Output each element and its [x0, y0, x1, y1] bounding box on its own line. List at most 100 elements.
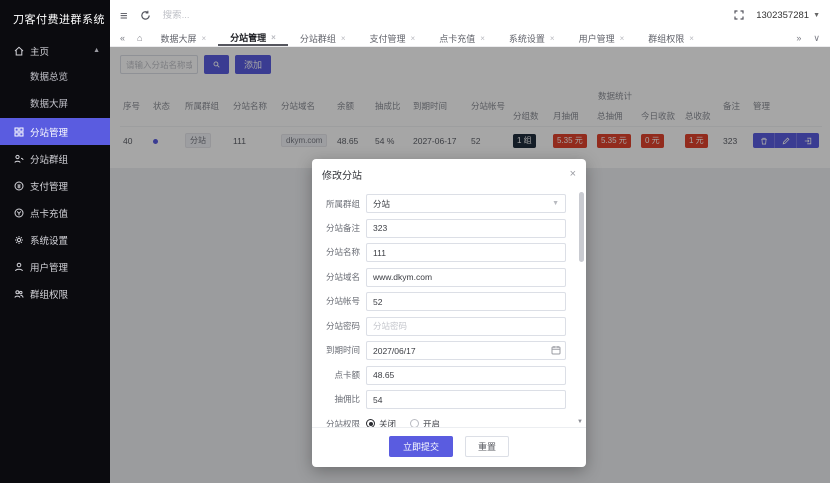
field-label: 到期时间: [325, 345, 360, 356]
grid-icon: [13, 126, 24, 137]
refresh-icon[interactable]: [140, 10, 151, 21]
tab-card-recharge[interactable]: 点卡充值 ×: [427, 30, 497, 46]
permission-radio-on[interactable]: 开启: [410, 418, 440, 427]
sidebar-item-user-management[interactable]: 用户管理: [0, 253, 110, 280]
close-icon[interactable]: ×: [411, 34, 416, 43]
ratio-input[interactable]: [366, 390, 566, 409]
tab-label: 分站管理: [230, 32, 267, 43]
sidebar-item-label: 支付管理: [30, 181, 69, 193]
field-permission: 分站权限 关闭 开启: [318, 414, 566, 427]
field-ratio: 抽佣比: [318, 390, 566, 409]
top-header: ≡ 1302357281 ▼: [110, 0, 830, 30]
tab-group-permissions[interactable]: 群组权限 ×: [636, 30, 706, 46]
field-remark: 分站备注: [318, 218, 566, 238]
close-icon[interactable]: ×: [689, 34, 694, 43]
group-select-value: 分站: [373, 198, 391, 209]
scroll-down-icon[interactable]: ▼: [577, 419, 583, 425]
close-icon[interactable]: ×: [550, 34, 555, 43]
field-group: 所属群组 分站 ▼: [318, 194, 566, 213]
sidebar-item-group-permissions[interactable]: 群组权限: [0, 280, 110, 307]
main-area: ≡ 1302357281 ▼ « ⌂ 数据大屏 × 分站管理: [110, 0, 830, 483]
group-select[interactable]: 分站 ▼: [366, 194, 566, 213]
tab-system-settings[interactable]: 系统设置 ×: [497, 30, 567, 46]
field-label: 分站备注: [325, 222, 360, 233]
collapse-arrow-icon: ▲: [93, 47, 100, 54]
tab-label: 群组权限: [648, 33, 685, 44]
expire-date-input[interactable]: [366, 341, 566, 360]
field-password: 分站密码: [318, 316, 566, 336]
close-icon[interactable]: ×: [341, 34, 346, 43]
calendar-icon[interactable]: [551, 345, 561, 355]
tab-payment[interactable]: 支付管理 ×: [358, 30, 428, 46]
field-label: 分站权限: [325, 418, 360, 428]
close-icon[interactable]: ×: [480, 34, 485, 43]
field-label: 分站帐号: [325, 296, 360, 307]
users-group-icon: [13, 288, 24, 299]
field-label: 所属群组: [325, 198, 360, 209]
modal-close-icon[interactable]: ×: [570, 169, 576, 180]
home-icon: [13, 45, 24, 56]
submit-button[interactable]: 立即提交: [388, 436, 453, 457]
tab-bar-controls: » ∨: [790, 30, 826, 46]
username: 1302357281: [756, 9, 810, 21]
sidebar-item-home[interactable]: 主页 ▲: [0, 37, 110, 64]
domain-input[interactable]: [366, 267, 566, 287]
modal-scrollbar: ▼: [577, 192, 584, 425]
tabs-menu-icon[interactable]: ∨: [807, 30, 826, 46]
field-name: 分站名称: [318, 243, 566, 262]
tab-home-icon[interactable]: ⌂: [131, 30, 148, 46]
payment-icon: [13, 180, 24, 191]
sidebar-item-label: 用户管理: [30, 262, 69, 274]
radio-label: 关闭: [379, 418, 397, 428]
remark-input[interactable]: [366, 218, 566, 238]
user-icon: [13, 261, 24, 272]
global-search-input[interactable]: [162, 9, 273, 21]
modal-body: 所属群组 分站 ▼ 分站备注 323 分站名称 111 分站域名 www.dky…: [312, 188, 586, 427]
sidebar-item-data-screen[interactable]: 数据大屏: [0, 91, 110, 118]
sidebar-item-label: 系统设置: [30, 235, 69, 247]
sidebar-item-site-groups[interactable]: 分站群组: [0, 145, 110, 172]
card-amount-input[interactable]: [366, 365, 566, 385]
tab-label: 数据大屏: [160, 33, 197, 44]
sidebar-item-label: 点卡充值: [30, 208, 69, 220]
field-expire: 到期时间: [318, 341, 566, 360]
app-window: 刀客付费进群系统 主页 ▲ 数据总览 数据大屏 分站管理 分站群组 支付管理 点…: [0, 0, 830, 483]
tab-user-management[interactable]: 用户管理 ×: [567, 30, 637, 46]
permission-radio-off[interactable]: 关闭: [366, 418, 397, 428]
tabs-collapse-icon[interactable]: «: [114, 30, 131, 46]
modal-title: 修改分站: [322, 171, 362, 182]
sidebar-item-card-recharge[interactable]: 点卡充值: [0, 199, 110, 226]
close-icon[interactable]: ×: [620, 34, 625, 43]
fullscreen-icon[interactable]: [734, 10, 744, 20]
sidebar-item-system-settings[interactable]: 系统设置: [0, 226, 110, 253]
user-menu[interactable]: 1302357281 ▼: [756, 10, 820, 21]
close-icon[interactable]: ×: [201, 34, 206, 43]
reset-button[interactable]: 重置: [465, 436, 510, 457]
hamburger-menu-icon[interactable]: ≡: [120, 9, 128, 22]
edit-site-modal: 修改分站 × 所属群组 分站 ▼ 分站备注 323 分站名称 111 分站域名 …: [312, 159, 586, 467]
content-area: 添加 序号 状态 所属群组 分站名称: [110, 47, 830, 483]
tab-label: 点卡充值: [439, 33, 476, 44]
field-label: 分站域名: [325, 271, 360, 282]
tab-label: 系统设置: [508, 33, 545, 44]
radio-dot-icon: [366, 419, 375, 427]
tab-label: 支付管理: [369, 33, 406, 44]
field-label: 抽佣比: [334, 394, 360, 405]
account-input[interactable]: [366, 292, 566, 311]
scrollbar-thumb[interactable]: [579, 192, 584, 262]
radio-dot-icon: [410, 419, 420, 427]
close-icon[interactable]: ×: [271, 33, 276, 42]
tabs-forward-icon[interactable]: »: [790, 30, 807, 46]
field-label: 分站名称: [325, 247, 360, 258]
tab-site-groups[interactable]: 分站群组 ×: [288, 30, 358, 46]
tab-site-management[interactable]: 分站管理 ×: [218, 30, 288, 46]
sidebar-item-data-overview[interactable]: 数据总览: [0, 64, 110, 91]
password-input[interactable]: [366, 316, 566, 336]
site-name-input[interactable]: [366, 243, 566, 262]
chevron-down-icon: ▼: [813, 11, 820, 19]
tab-label: 分站群组: [299, 33, 336, 44]
tab-data-screen[interactable]: 数据大屏 ×: [148, 30, 218, 46]
sidebar-item-label: 群组权限: [30, 289, 69, 301]
sidebar-item-payment[interactable]: 支付管理: [0, 172, 110, 199]
sidebar-item-site-management[interactable]: 分站管理: [0, 118, 110, 145]
